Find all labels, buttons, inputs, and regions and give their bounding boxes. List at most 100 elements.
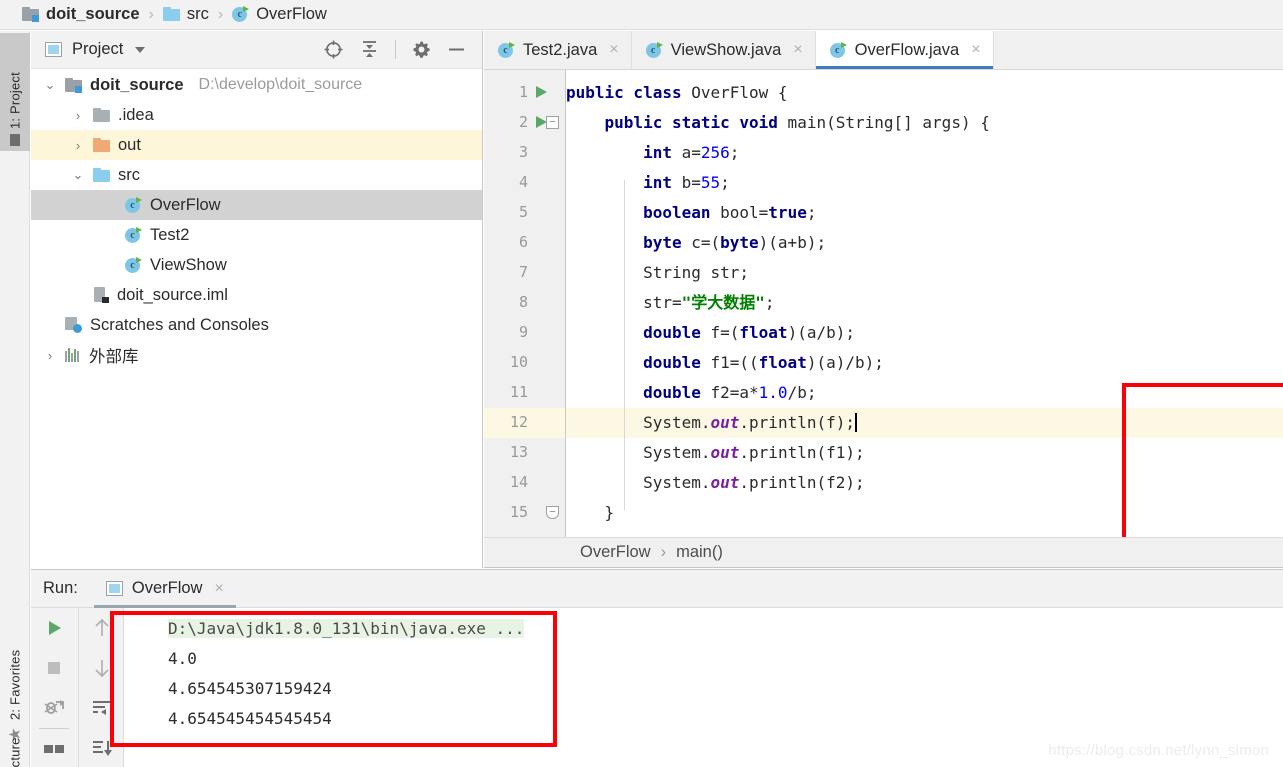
editor-breadcrumb-method[interactable]: main() — [676, 543, 723, 562]
layout-icon[interactable] — [31, 729, 77, 767]
code-line-11[interactable]: double f2=a*1.0/b; — [566, 378, 1283, 408]
breadcrumb-label-src: src — [186, 5, 209, 23]
chevron-right-icon[interactable]: › — [71, 108, 85, 123]
left-tool-strip: 1: Project ★ 2: Favorites Structure — [0, 31, 30, 767]
java-class-icon: c — [125, 256, 142, 274]
line-number: 11 — [509, 383, 528, 401]
close-icon[interactable]: × — [793, 41, 802, 59]
tree-item-[interactable]: › 外部库 — [31, 340, 482, 370]
breadcrumb-item-project[interactable]: doit_source — [22, 5, 140, 24]
module-icon — [65, 77, 82, 93]
tree-item-label: Scratches and Consoles — [90, 315, 269, 334]
folder-orange-icon — [93, 137, 110, 153]
tree-item-viewshow[interactable]: c ViewShow — [31, 250, 482, 280]
line-number: 5 — [518, 203, 528, 221]
code-line-3[interactable]: int a=256; — [566, 138, 1283, 168]
collapse-all-icon[interactable] — [360, 40, 379, 59]
code-line-9[interactable]: double f=(float)(a/b); — [566, 318, 1283, 348]
breadcrumb-item-overflow[interactable]: c OverFlow — [232, 5, 327, 24]
sidebar-tab-project[interactable]: 1: Project — [0, 33, 30, 151]
tree-item-label: Test2 — [150, 225, 190, 244]
tree-item-doit-source[interactable]: ⌄ doit_source D:\develop\doit_source — [31, 70, 482, 100]
tree-item-idea[interactable]: › .idea — [31, 100, 482, 130]
chevron-down-icon[interactable] — [135, 46, 146, 53]
code-line-13[interactable]: System.out.println(f1); — [566, 438, 1283, 468]
code-line-4[interactable]: int b=55; — [566, 168, 1283, 198]
breadcrumb-label-project: doit_source — [46, 5, 140, 23]
code-line-7[interactable]: String str; — [566, 258, 1283, 288]
java-class-icon: c — [125, 196, 142, 214]
run-configuration-tab[interactable]: OverFlow × — [93, 570, 236, 608]
console-line: 4.654545454545454 — [168, 709, 332, 728]
tree-item-doit-source-iml[interactable]: doit_source.iml — [31, 280, 482, 310]
sidebar-tab-structure[interactable]: Structure — [0, 737, 30, 767]
run-label: Run: — [43, 579, 78, 597]
editor-tab-test2-java[interactable]: c Test2.java × — [484, 31, 632, 69]
line-number: 15 — [509, 503, 528, 521]
chevron-down-icon[interactable]: ⌄ — [43, 77, 57, 93]
editor-tab-viewshow-java[interactable]: c ViewShow.java × — [631, 31, 816, 69]
java-class-icon: c — [645, 41, 663, 59]
code-line-15[interactable]: } — [566, 498, 1283, 528]
close-icon[interactable]: × — [214, 580, 223, 598]
code-line-2[interactable]: public static void main(String[] args) { — [566, 108, 1283, 138]
tree-item-label: 外部库 — [89, 348, 139, 366]
project-tree[interactable]: ⌄ doit_source D:\develop\doit_source › .idea… — [31, 70, 482, 568]
project-tool-window: Project ⌄ doit_source D:\develop\doit_sour… — [31, 31, 483, 568]
code-line-6[interactable]: byte c=(byte)(a+b); — [566, 228, 1283, 258]
breadcrumb-item-src[interactable]: src — [162, 5, 209, 24]
tree-item-scratches-and-consoles[interactable]: Scratches and Consoles — [31, 310, 482, 340]
close-icon[interactable]: × — [971, 41, 980, 59]
tree-item-overflow[interactable]: c OverFlow — [31, 190, 482, 220]
code-editor[interactable]: 1 2 3 4 5 6 7 8 9 10 11 12 13 14 15− − public class Ove… — [484, 70, 1283, 537]
tree-item-test2[interactable]: c Test2 — [31, 220, 482, 250]
locate-icon[interactable] — [323, 39, 344, 60]
module-icon — [22, 7, 39, 22]
java-class-icon: c — [498, 41, 515, 59]
tree-item-detail: D:\develop\doit_source — [198, 76, 363, 93]
soft-wrap-icon[interactable] — [79, 688, 124, 728]
tree-item-out[interactable]: › out — [31, 130, 482, 160]
code-line-12[interactable]: System.out.println(f); — [566, 408, 1283, 438]
line-number: 3 — [518, 143, 528, 161]
run-icon[interactable] — [31, 608, 77, 648]
chevron-down-icon[interactable]: ⌄ — [71, 167, 85, 183]
code-line-10[interactable]: double f1=((float)(a)/b); — [566, 348, 1283, 378]
code-line-5[interactable]: boolean bool=true; — [566, 198, 1283, 228]
line-number: 8 — [518, 293, 528, 311]
console-line: D:\Java\jdk1.8.0_131\bin\java.exe ... — [125, 614, 1283, 644]
scroll-to-end-icon[interactable] — [79, 728, 124, 767]
project-window-icon — [45, 42, 62, 57]
code-fold-icon[interactable]: − — [546, 506, 559, 519]
line-number: 12 — [509, 413, 528, 431]
sidebar-tab-favorites-label: 2: Favorites — [7, 649, 23, 720]
tree-item-label: OverFlow — [150, 195, 221, 214]
editor-gutter[interactable]: 1 2 3 4 5 6 7 8 9 10 11 12 13 14 15− − — [484, 70, 566, 537]
project-panel-header: Project — [31, 31, 482, 69]
scroll-up-icon[interactable] — [79, 608, 124, 648]
hide-icon[interactable] — [447, 40, 466, 59]
tree-item-src[interactable]: ⌄ src — [31, 160, 482, 190]
stop-icon[interactable] — [31, 648, 77, 688]
code-line-8[interactable]: str="学大数据"; — [566, 288, 1283, 318]
line-number: 7 — [518, 263, 528, 281]
project-window-icon — [10, 134, 20, 146]
sidebar-tab-project-label: 1: Project — [7, 72, 23, 129]
code-line-1[interactable]: public class OverFlow { — [566, 78, 1283, 108]
rerun-debug-icon[interactable] — [31, 688, 77, 728]
chevron-right-icon[interactable]: › — [43, 348, 57, 363]
code-line-14[interactable]: System.out.println(f2); — [566, 468, 1283, 498]
tree-item-label: doit_source — [90, 75, 184, 94]
java-class-icon: c — [829, 41, 847, 59]
line-number: 10 — [509, 353, 528, 371]
editor-breadcrumb-class[interactable]: OverFlow — [580, 543, 651, 562]
sidebar-tab-favorites[interactable]: ★ 2: Favorites — [0, 631, 30, 751]
close-icon[interactable]: × — [609, 41, 618, 59]
chevron-right-icon[interactable]: › — [71, 138, 85, 153]
run-gutter-icon[interactable] — [536, 86, 547, 98]
gear-icon[interactable] — [412, 40, 431, 59]
scroll-down-icon[interactable] — [79, 648, 124, 688]
code-fold-icon[interactable]: − — [546, 116, 559, 129]
editor-tab-overflow-java[interactable]: c OverFlow.java × — [815, 31, 994, 69]
console-line: 4.654545307159424 — [168, 679, 332, 698]
